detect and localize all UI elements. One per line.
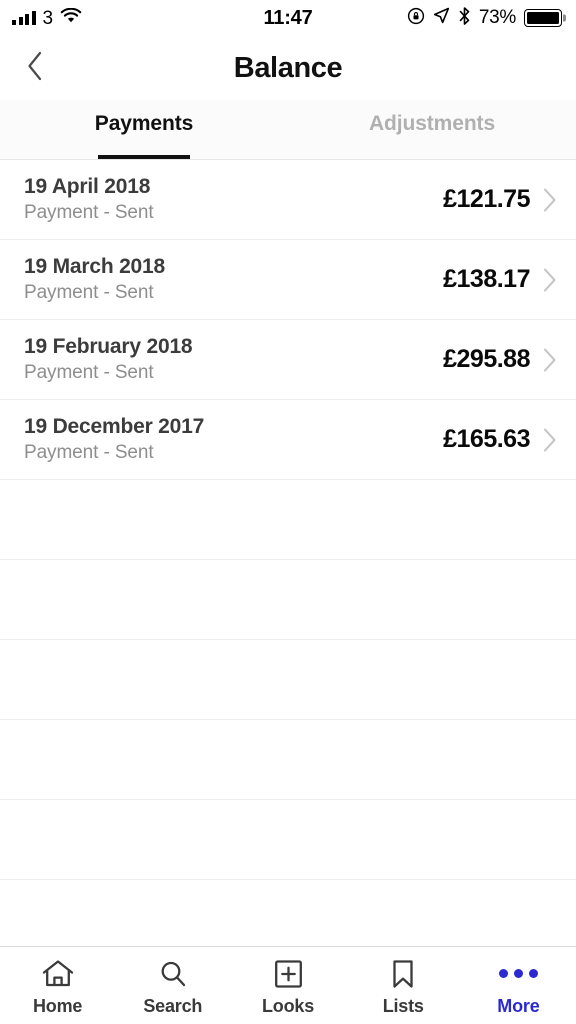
page-title: Balance [233,51,343,84]
status-bar: 3 11:47 73% [0,0,576,36]
chevron-right-icon [542,427,558,453]
nav-item-more[interactable]: More [461,947,576,1024]
tab-adjustments-label: Adjustments [368,112,496,135]
empty-row [0,480,576,560]
transaction-amount: £121.75 [443,185,530,213]
back-button[interactable] [10,36,60,100]
table-row[interactable]: 19 February 2018 Payment - Sent £295.88 [0,320,576,400]
nav-item-looks[interactable]: Looks [230,947,345,1024]
row-right-group: £165.63 [443,425,558,454]
row-right-group: £295.88 [443,345,558,374]
status-bar-right: 73% [407,6,562,30]
tab-strip: Payments Adjustments [0,100,576,160]
battery-icon [524,9,562,27]
row-text-group: 19 December 2017 Payment - Sent [24,415,204,464]
transaction-status: Payment - Sent [24,362,154,383]
empty-row [0,800,576,880]
ellipsis-icon [498,959,538,989]
row-text-group: 19 March 2018 Payment - Sent [24,255,165,304]
battery-percent-label: 73% [478,7,516,28]
transaction-list[interactable]: 19 April 2018 Payment - Sent £121.75 19 … [0,160,576,946]
tab-adjustments[interactable]: Adjustments [288,100,576,159]
transaction-amount: £138.17 [443,265,530,293]
table-row[interactable]: 19 December 2017 Payment - Sent £165.63 [0,400,576,480]
bottom-nav-bar: Home Search Looks Lists More [0,946,576,1024]
transaction-date: 19 April 2018 [24,175,151,198]
nav-item-looks-label: Looks [262,995,315,1016]
row-right-group: £121.75 [443,185,558,214]
home-icon [42,959,74,989]
signal-bars-icon [12,11,36,25]
nav-item-home[interactable]: Home [0,947,115,1024]
search-icon [158,959,188,989]
bookmark-icon [391,959,415,989]
empty-row [0,880,576,946]
nav-item-lists-label: Lists [382,995,424,1016]
nav-item-lists[interactable]: Lists [346,947,461,1024]
transaction-status: Payment - Sent [24,442,154,463]
table-row[interactable]: 19 April 2018 Payment - Sent £121.75 [0,160,576,240]
tab-payments[interactable]: Payments [0,100,288,159]
bluetooth-icon [458,6,471,30]
empty-row [0,640,576,720]
plus-box-icon [274,959,303,989]
nav-header: Balance [0,36,576,100]
table-row[interactable]: 19 March 2018 Payment - Sent £138.17 [0,240,576,320]
transaction-amount: £165.63 [443,425,530,453]
transaction-status: Payment - Sent [24,282,154,303]
tab-payments-label: Payments [94,112,194,135]
row-text-group: 19 February 2018 Payment - Sent [24,335,193,384]
nav-item-more-label: More [497,995,540,1016]
chevron-right-icon [542,187,558,213]
nav-item-search-label: Search [143,995,203,1016]
wifi-icon [60,7,82,29]
row-text-group: 19 April 2018 Payment - Sent [24,175,154,224]
transaction-date: 19 February 2018 [24,335,193,358]
transaction-amount: £295.88 [443,345,530,373]
chevron-left-icon [26,50,44,87]
status-bar-left: 3 [12,7,82,29]
transaction-status: Payment - Sent [24,202,154,223]
empty-row [0,720,576,800]
carrier-label: 3 [42,7,54,29]
empty-row [0,560,576,640]
chevron-right-icon [542,267,558,293]
nav-item-search[interactable]: Search [115,947,230,1024]
nav-item-home-label: Home [32,995,83,1016]
app-screen: 3 11:47 73% Balance Payments Adjustments… [0,0,576,1024]
transaction-date: 19 December 2017 [24,415,205,438]
row-right-group: £138.17 [443,265,558,294]
location-arrow-icon [433,7,450,29]
rotation-lock-icon [407,7,425,30]
transaction-date: 19 March 2018 [24,255,165,278]
chevron-right-icon [542,347,558,373]
clock-label: 11:47 [263,6,313,29]
